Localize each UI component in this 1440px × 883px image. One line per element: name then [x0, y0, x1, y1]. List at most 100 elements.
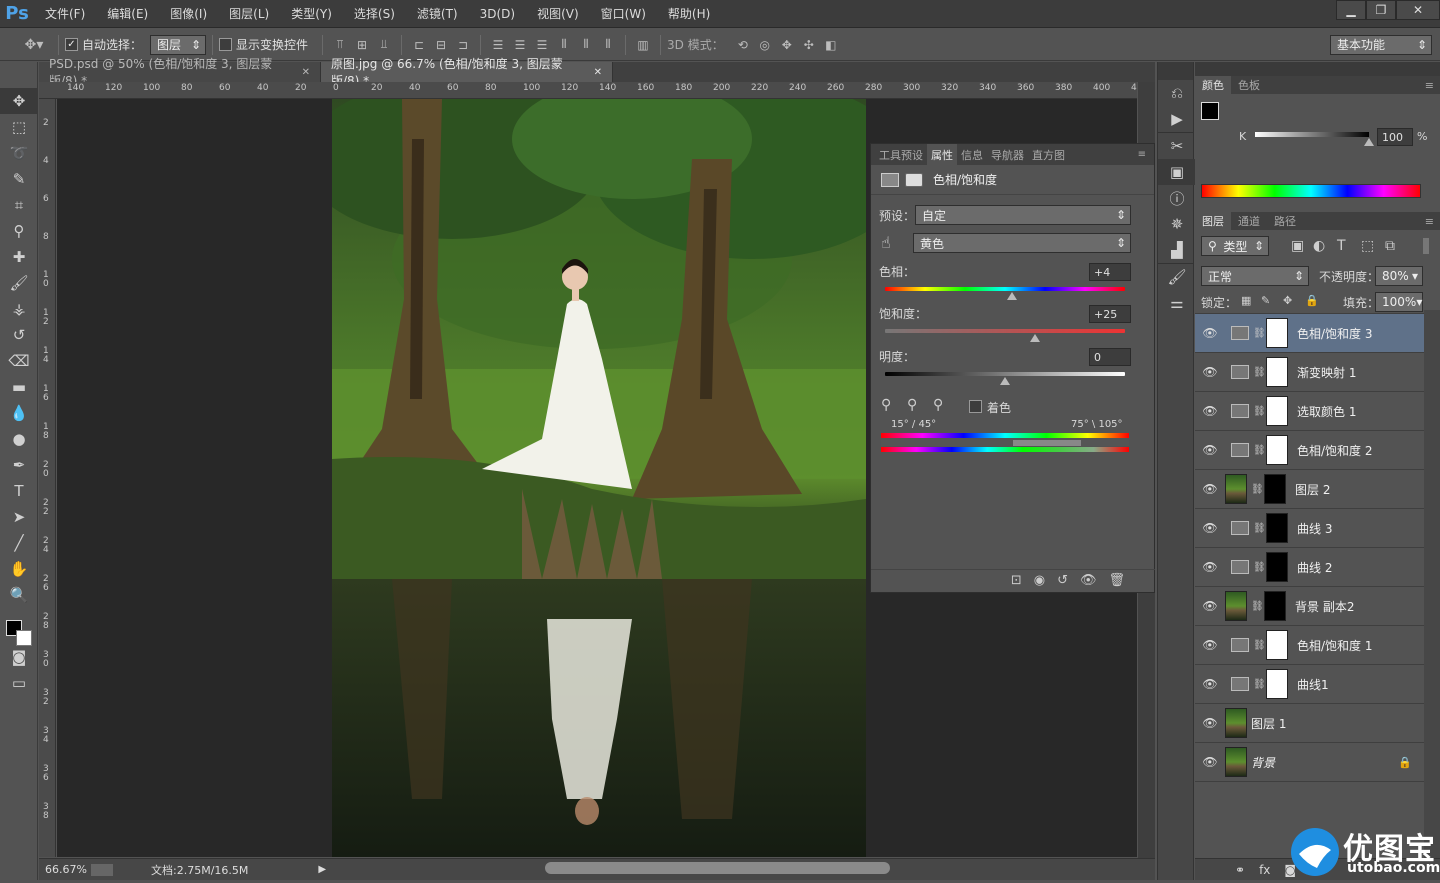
- align-hcenter-icon[interactable]: ⊟: [430, 35, 452, 55]
- chain-link-icon[interactable]: ⛓: [1253, 367, 1266, 378]
- quick-select-tool-icon[interactable]: ✎: [0, 166, 38, 192]
- hand-tool-icon[interactable]: ✋: [0, 556, 38, 582]
- dodge-tool-icon[interactable]: ●: [0, 426, 38, 452]
- type-tool-icon[interactable]: T: [0, 478, 38, 504]
- tool-presets-panel-icon[interactable]: ✂: [1158, 133, 1196, 159]
- preset-dropdown[interactable]: 自定 ⇕: [915, 205, 1131, 225]
- layer-mask-thumbnail[interactable]: [1266, 396, 1288, 426]
- path-select-tool-icon[interactable]: ➤: [0, 504, 38, 530]
- k-value-field[interactable]: 100: [1377, 128, 1413, 146]
- hue-range-bottom-bar[interactable]: [881, 447, 1129, 452]
- lock-position-icon[interactable]: ✥: [1283, 294, 1292, 307]
- distribute-vcenter-icon[interactable]: ☰: [509, 35, 531, 55]
- eye-icon[interactable]: 👁: [1195, 599, 1225, 613]
- saturation-slider-thumb[interactable]: [1030, 334, 1040, 342]
- distribute-top-icon[interactable]: ☰: [487, 35, 509, 55]
- restore-button[interactable]: ❐: [1366, 0, 1396, 20]
- color-spectrum-bar[interactable]: [1201, 184, 1421, 198]
- layer-row[interactable]: 👁 ⛓ 曲线1: [1195, 665, 1424, 704]
- hue-range-selector[interactable]: [881, 440, 1129, 446]
- layer-mask-thumbnail[interactable]: [1266, 357, 1288, 387]
- filter-toggle[interactable]: [1423, 238, 1429, 254]
- tab-psd[interactable]: PSD.psd @ 50% (色相/饱和度 3, 图层蒙版/8) * ✕: [39, 57, 321, 88]
- tab-tool-presets[interactable]: 工具预设: [875, 144, 927, 165]
- layers-scrollbar[interactable]: [1424, 310, 1440, 858]
- eye-icon[interactable]: 👁: [1195, 443, 1225, 457]
- tab-properties[interactable]: 属性: [927, 144, 957, 165]
- move-tool-icon[interactable]: ✥: [0, 88, 38, 114]
- lasso-tool-icon[interactable]: ➰: [0, 140, 38, 166]
- lightness-value-field[interactable]: 0: [1089, 348, 1131, 366]
- layer-row[interactable]: 👁 ⛓ 色相/饱和度 1: [1195, 626, 1424, 665]
- lock-pixels-icon[interactable]: ✎: [1261, 294, 1270, 307]
- close-button[interactable]: ✕: [1396, 0, 1440, 20]
- layer-mask-thumbnail[interactable]: [1266, 318, 1288, 348]
- hue-slider-track[interactable]: [885, 287, 1125, 291]
- eye-icon[interactable]: 👁: [1195, 365, 1225, 379]
- brush-panel-icon[interactable]: ⚌: [1158, 290, 1196, 316]
- channel-dropdown[interactable]: 黄色 ⇕: [913, 233, 1131, 253]
- histogram-panel-icon[interactable]: ▟: [1158, 237, 1196, 263]
- layer-mask-thumbnail[interactable]: [1264, 591, 1286, 621]
- show-transform-checkbox[interactable]: [219, 38, 233, 51]
- eye-icon[interactable]: 👁: [1195, 755, 1225, 769]
- menu-item-4[interactable]: 类型(Y): [280, 0, 343, 28]
- align-top-icon[interactable]: ⫪: [329, 35, 351, 55]
- fill-field[interactable]: 100% ▾: [1375, 292, 1423, 312]
- 3d-scale-icon[interactable]: ◧: [820, 35, 842, 55]
- 3d-pan-icon[interactable]: ✥: [776, 35, 798, 55]
- eye-icon[interactable]: 👁: [1195, 326, 1225, 340]
- layer-row[interactable]: 👁 ⛓ 曲线 3: [1195, 509, 1424, 548]
- zoom-tool-icon[interactable]: 🔍: [0, 582, 38, 608]
- 3d-roll-icon[interactable]: ◎: [754, 35, 776, 55]
- auto-select-checkbox[interactable]: ✓: [65, 38, 78, 51]
- distribute-left-icon[interactable]: ⫴: [553, 35, 575, 55]
- document-image[interactable]: [332, 99, 866, 857]
- clip-to-layer-icon[interactable]: ⊡: [1011, 573, 1022, 588]
- hue-slider-thumb[interactable]: [1007, 292, 1018, 300]
- layer-row[interactable]: 👁 ⛓ 色相/饱和度 2: [1195, 431, 1424, 470]
- zoom-level[interactable]: 66.67%: [45, 863, 91, 876]
- eye-icon[interactable]: 👁: [1195, 638, 1225, 652]
- saturation-value-field[interactable]: +25: [1089, 305, 1131, 323]
- 3d-rotate-icon[interactable]: ⟲: [732, 35, 754, 55]
- menu-item-5[interactable]: 选择(S): [343, 0, 406, 28]
- filter-shape-icon[interactable]: ⬚: [1361, 238, 1374, 254]
- brush-presets-panel-icon[interactable]: 🖌: [1158, 264, 1196, 290]
- close-icon[interactable]: ✕: [302, 67, 310, 78]
- menu-item-10[interactable]: 帮助(H): [657, 0, 721, 28]
- tab-color[interactable]: 颜色: [1195, 76, 1231, 94]
- blend-mode-dropdown[interactable]: 正常 ⇕: [1201, 266, 1309, 286]
- marquee-tool-icon[interactable]: ⬚: [0, 114, 38, 140]
- distribute-bottom-icon[interactable]: ☰: [531, 35, 553, 55]
- eyedropper-tool-icon[interactable]: ⚲: [0, 218, 38, 244]
- k-slider-thumb[interactable]: [1364, 138, 1374, 146]
- chain-link-icon[interactable]: ⛓: [1253, 406, 1266, 417]
- brush-tool-icon[interactable]: 🖌: [0, 270, 38, 296]
- filter-type-icon[interactable]: T: [1337, 238, 1346, 254]
- layer-row[interactable]: 👁 ⛓ 选取颜色 1: [1195, 392, 1424, 431]
- chain-link-icon[interactable]: ⛓: [1253, 445, 1266, 456]
- align-bottom-icon[interactable]: ⫫: [373, 35, 395, 55]
- layer-mask-thumbnail[interactable]: [1266, 630, 1288, 660]
- tab-channels[interactable]: 通道: [1231, 212, 1267, 230]
- tab-paths[interactable]: 路径: [1267, 212, 1303, 230]
- menu-item-3[interactable]: 图层(L): [218, 0, 280, 28]
- align-left-icon[interactable]: ⊏: [408, 35, 430, 55]
- layer-row[interactable]: 👁 ⛓ 渐变映射 1: [1195, 353, 1424, 392]
- hue-range-selection[interactable]: [1013, 440, 1081, 446]
- healing-brush-tool-icon[interactable]: ✚: [0, 244, 38, 270]
- lightness-slider-thumb[interactable]: [1000, 377, 1010, 385]
- adjustment-icon[interactable]: [881, 172, 899, 187]
- menu-item-2[interactable]: 图像(I): [159, 0, 218, 28]
- panel-menu-icon[interactable]: ≡: [1425, 79, 1434, 92]
- layer-mask-thumbnail[interactable]: [1264, 474, 1286, 504]
- status-preview-icon[interactable]: [91, 863, 113, 876]
- chain-link-icon[interactable]: ⛓: [1253, 640, 1266, 651]
- colorize-checkbox[interactable]: [969, 400, 982, 413]
- auto-select-dropdown[interactable]: 图层 ⇕: [150, 34, 207, 55]
- pen-tool-icon[interactable]: ✒: [0, 452, 38, 478]
- auto-align-icon[interactable]: ▥: [632, 35, 654, 55]
- eyedropper-minus-icon[interactable]: ⚲: [933, 397, 943, 413]
- layer-style-icon[interactable]: fx: [1259, 863, 1270, 877]
